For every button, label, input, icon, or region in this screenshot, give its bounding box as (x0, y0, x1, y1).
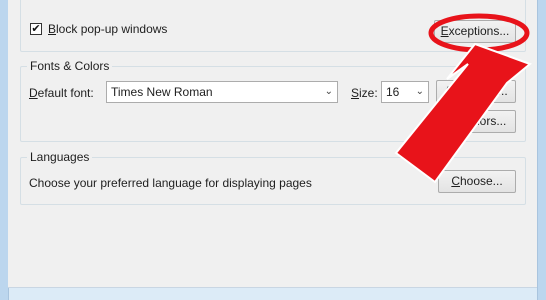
annotation-overlay (394, 13, 532, 184)
red-arrow-icon (394, 42, 532, 184)
